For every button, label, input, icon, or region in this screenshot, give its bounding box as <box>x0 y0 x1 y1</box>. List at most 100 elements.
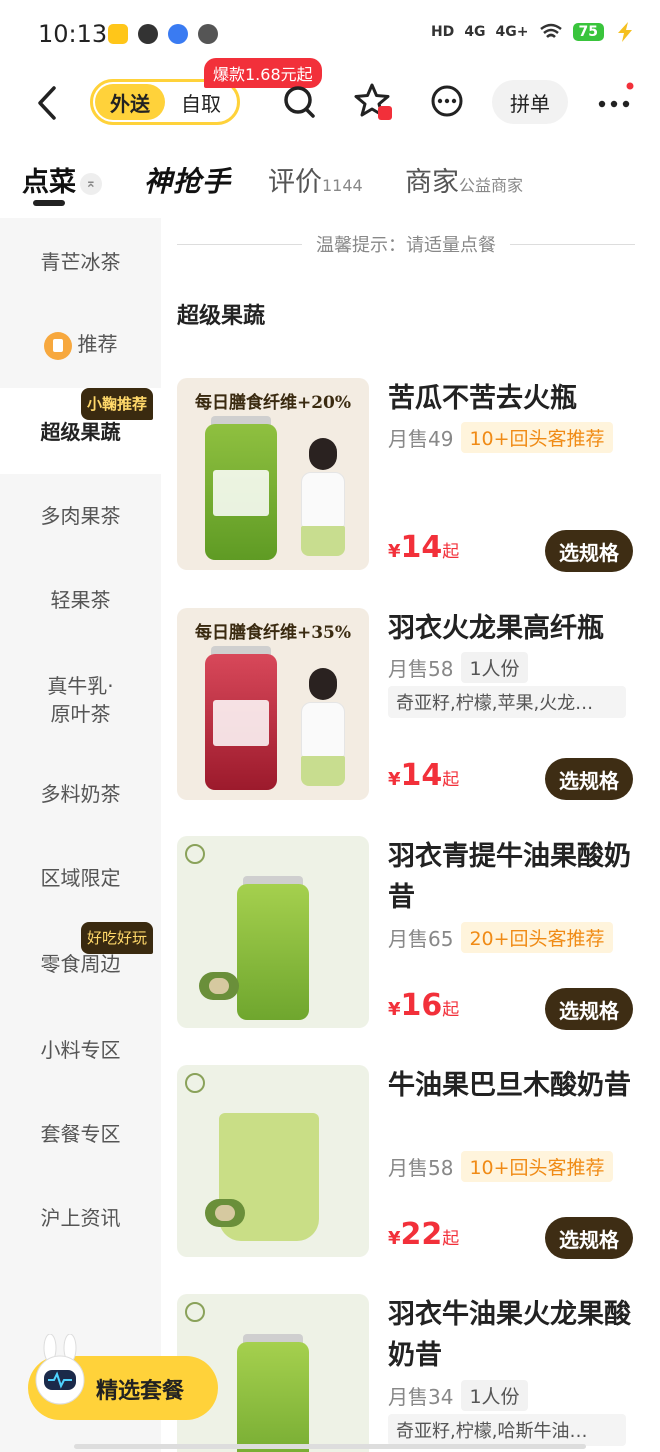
sidebar-tag: 小鞠推荐 <box>80 388 153 420</box>
product-image[interactable] <box>177 1065 369 1257</box>
repeat-customer-badge: 20+回头客推荐 <box>461 922 613 953</box>
sidebar-item-news[interactable]: 沪上资讯 <box>0 1204 161 1232</box>
monthly-sales: 月售65 <box>388 927 454 951</box>
sidebar-item-label: 推荐 <box>77 332 118 356</box>
repeat-customer-badge: 10+回头客推荐 <box>461 1151 613 1182</box>
notification-icons <box>108 24 218 44</box>
cold-drink-icon <box>185 844 205 864</box>
monthly-sales: 月售58 <box>388 657 454 681</box>
menu-list: 温馨提示：请适量点餐 超级果蔬 每日膳食纤维+20% 苦瓜不苦去火瓶 月售49 … <box>161 218 660 1452</box>
select-spec-button[interactable]: 选规格 <box>545 988 633 1030</box>
bottle-graphic <box>237 1342 309 1452</box>
sidebar-item-light-fruit-tea[interactable]: 轻果茶 <box>0 586 161 614</box>
merchant-subtitle: 公益商家 <box>459 176 524 195</box>
tab-active-indicator <box>33 200 65 206</box>
reviews-count: 1144 <box>322 176 363 195</box>
chat-bubble-icon <box>198 24 218 44</box>
featured-combo-button[interactable]: 精选套餐 <box>28 1334 218 1420</box>
sidebar-item-label: 真牛乳· <box>47 674 114 698</box>
monthly-sales: 月售49 <box>388 427 454 451</box>
image-banner-text: 每日膳食纤维+35% <box>194 623 352 643</box>
model-figure <box>295 668 351 788</box>
bottle-label <box>213 700 269 746</box>
menu-item[interactable]: 每日膳食纤维+35% 羽衣火龙果高纤瓶 月售58 1人份 奇亚籽,柠檬,苹果,火… <box>177 608 647 804</box>
category-sidebar: 青芒冰茶 推荐 小鞠推荐 超级果蔬 多肉果茶 轻果茶 真牛乳· 原叶茶 多料奶茶 … <box>0 218 161 1452</box>
sidebar-item-super-fruit-veg[interactable]: 小鞠推荐 超级果蔬 <box>0 388 161 474</box>
signal-4g-icon: 4G <box>464 24 486 40</box>
select-spec-button[interactable]: 选规格 <box>545 1217 633 1259</box>
bottle-graphic <box>237 884 309 1020</box>
repeat-customer-badge: 10+回头客推荐 <box>461 422 613 453</box>
recommend-icon <box>43 331 72 360</box>
tab-merchant[interactable]: 商家公益商家 <box>405 160 523 199</box>
product-price: ¥14起 <box>388 530 460 565</box>
sidebar-item-toppings[interactable]: 小料专区 <box>0 1036 161 1064</box>
product-image[interactable] <box>177 836 369 1028</box>
more-icon[interactable] <box>596 82 636 122</box>
product-meta: 月售34 1人份 <box>388 1380 528 1411</box>
product-meta: 月售65 20+回头客推荐 <box>388 922 613 953</box>
star-icon[interactable] <box>354 82 394 122</box>
sidebar-item-combos[interactable]: 套餐专区 <box>0 1120 161 1148</box>
avocado-graphic <box>205 1199 245 1227</box>
search-icon[interactable] <box>280 82 320 122</box>
sidebar-item-recommended[interactable]: 推荐 <box>0 330 161 360</box>
back-icon[interactable] <box>32 84 62 122</box>
sidebar-item-regional-limited[interactable]: 区域限定 <box>0 864 161 892</box>
group-order-button[interactable]: 拼单 <box>492 80 568 124</box>
ingredients-list: 奇亚籽,柠檬,苹果,火龙… <box>388 686 626 718</box>
product-name: 羽衣火龙果高纤瓶 <box>388 613 604 644</box>
collapse-icon[interactable]: ⌅ <box>80 172 102 195</box>
battery-icon: 75 <box>572 23 604 41</box>
meituan-app-icon <box>108 24 128 44</box>
tab-reviews-label: 评价 <box>268 167 322 198</box>
section-title: 超级果蔬 <box>177 304 266 329</box>
tab-order[interactable]: 点菜 ⌅ <box>22 160 102 199</box>
ingredients-list: 奇亚籽,柠檬,哈斯牛油… <box>388 1414 626 1446</box>
product-meta: 月售49 10+回头客推荐 <box>388 422 613 453</box>
sidebar-item-fleshy-fruit-tea[interactable]: 多肉果茶 <box>0 502 161 530</box>
sidebar-item-topping-milk-tea[interactable]: 多料奶茶 <box>0 780 161 808</box>
image-banner-text: 每日膳食纤维+20% <box>194 393 352 413</box>
combo-label: 精选套餐 <box>96 1379 185 1404</box>
menu-item[interactable]: 每日膳食纤维+20% 苦瓜不苦去火瓶 月售49 10+回头客推荐 ¥14起 选规… <box>177 378 647 574</box>
avocado-graphic <box>199 972 239 1000</box>
tab-reviews[interactable]: 评价1144 <box>268 160 363 199</box>
product-meta: 月售58 1人份 <box>388 652 528 683</box>
tab-merchant-label: 商家 <box>405 167 459 198</box>
monthly-sales: 月售34 <box>388 1385 454 1409</box>
menu-item[interactable]: 羽衣牛油果火龙果酸奶昔 月售34 1人份 奇亚籽,柠檬,哈斯牛油… <box>177 1294 647 1452</box>
select-spec-button[interactable]: 选规格 <box>545 530 633 572</box>
wifi-icon <box>539 23 562 38</box>
status-bar: 10:13 HD 4G 4G+ 75 <box>0 0 660 70</box>
clock: 10:13 <box>38 20 108 48</box>
sidebar-item-milk-tea-leaf[interactable]: 真牛乳· 原叶茶 <box>0 672 161 728</box>
product-meta: 月售58 10+回头客推荐 <box>388 1151 613 1182</box>
reminder-tip: 温馨提示：请适量点餐 <box>177 232 635 256</box>
sidebar-item-qingmang[interactable]: 青芒冰茶 <box>0 248 161 276</box>
sidebar-item-label-line2: 原叶茶 <box>50 702 111 726</box>
cold-drink-icon <box>185 1073 205 1093</box>
serving-badge: 1人份 <box>461 652 528 683</box>
sidebar-item-label: 超级果蔬 <box>40 420 121 444</box>
serving-badge: 1人份 <box>461 1380 528 1411</box>
product-name: 牛油果巴旦木酸奶昔 <box>388 1070 631 1101</box>
model-figure <box>295 438 351 558</box>
paw-app-icon <box>168 24 188 44</box>
store-tabs: 点菜 ⌅ 神抢手 评价1144 商家公益商家 <box>0 140 660 218</box>
sidebar-item-label: 零食周边 <box>40 952 121 976</box>
system-status: HD 4G 4G+ 75 <box>431 22 636 42</box>
tab-flash-deals[interactable]: 神抢手 <box>144 160 231 200</box>
product-name: 羽衣牛油果火龙果酸奶昔 <box>388 1299 631 1371</box>
hd-icon: HD <box>430 24 455 40</box>
product-image[interactable]: 每日膳食纤维+20% <box>177 378 369 570</box>
message-icon[interactable] <box>428 82 468 122</box>
mode-delivery[interactable]: 外送 <box>95 84 165 120</box>
product-image[interactable]: 每日膳食纤维+35% <box>177 608 369 800</box>
select-spec-button[interactable]: 选规格 <box>545 758 633 800</box>
sidebar-item-snacks-merch[interactable]: 好吃好玩 零食周边 <box>0 920 161 980</box>
mode-pickup[interactable]: 自取 <box>165 88 237 117</box>
menu-item[interactable]: 牛油果巴旦木酸奶昔 月售58 10+回头客推荐 ¥22起 选规格 <box>177 1065 647 1261</box>
signal-4g-plus-icon: 4G+ <box>495 24 529 40</box>
menu-item[interactable]: 羽衣青提牛油果酸奶昔 月售65 20+回头客推荐 ¥16起 选规格 <box>177 836 647 1032</box>
